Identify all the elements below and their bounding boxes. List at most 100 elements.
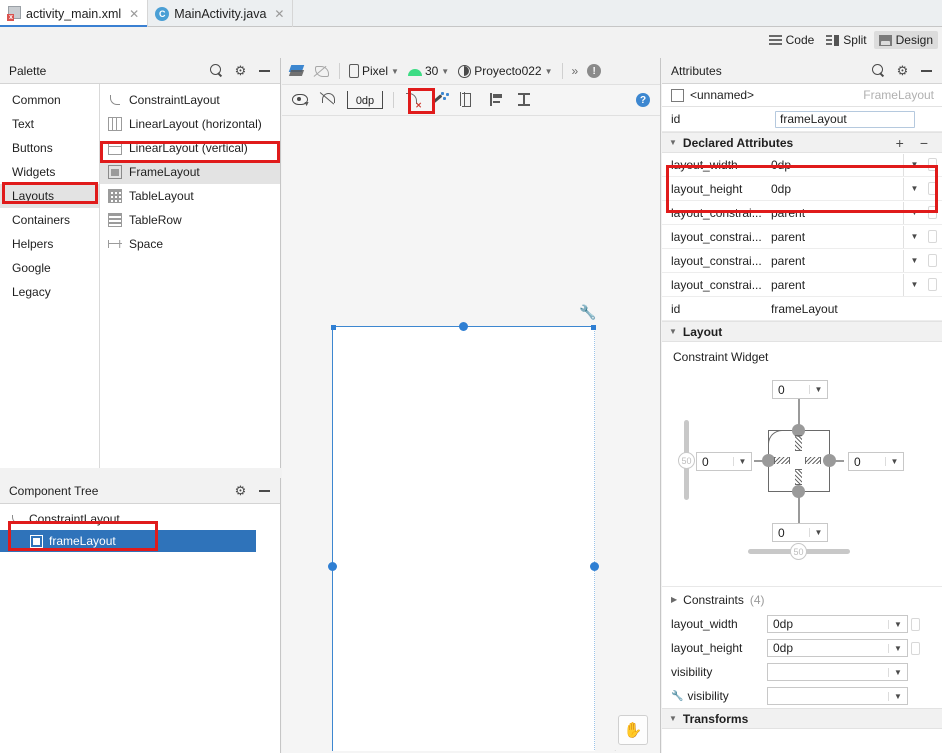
guidelines-icon[interactable]: [460, 91, 478, 109]
clear-constraints-icon[interactable]: [404, 91, 422, 110]
margin-right-field[interactable]: 0 ▼: [848, 452, 904, 471]
declared-attributes-header[interactable]: ▼ Declared Attributes + −: [662, 132, 942, 153]
constraint-handle-right[interactable]: [590, 561, 599, 571]
gear-icon[interactable]: ⚙: [234, 64, 247, 77]
constraint-handle-top[interactable]: [459, 322, 468, 331]
view-options-icon[interactable]: ▼: [291, 91, 310, 109]
minimize-icon[interactable]: [258, 64, 271, 77]
chevron-down-icon[interactable]: ▼: [885, 457, 903, 466]
add-attribute-button[interactable]: +: [896, 135, 904, 151]
minimize-icon[interactable]: [920, 64, 933, 77]
wrench-icon[interactable]: 🔧: [579, 304, 596, 321]
height-spring[interactable]: [795, 469, 802, 485]
anchor-right[interactable]: [823, 454, 836, 467]
resize-handle-top-right[interactable]: [591, 325, 596, 330]
tab-mainactivity-java[interactable]: C MainActivity.java ✕: [148, 0, 294, 27]
attribute-row-layout-width[interactable]: layout_width 0dp ▼: [662, 153, 942, 177]
palette-item-linearlayout-vertical[interactable]: LinearLayout (vertical): [100, 136, 280, 160]
theme-selector[interactable]: Proyecto022 ▼: [458, 64, 553, 78]
chevron-down-icon[interactable]: ▼: [809, 385, 827, 394]
search-icon[interactable]: [210, 64, 223, 77]
mode-design-button[interactable]: Design: [873, 31, 938, 49]
resize-handle-top-left[interactable]: [331, 325, 336, 330]
palette-category-google[interactable]: Google: [0, 256, 99, 280]
constraints-collapsible[interactable]: ▶ Constraints (4): [662, 586, 942, 612]
tree-node-constraintlayout[interactable]: ConstraintLayout: [0, 508, 280, 530]
transforms-section-header[interactable]: ▼ Transforms: [662, 708, 942, 729]
palette-item-linearlayout-horizontal[interactable]: LinearLayout (horizontal): [100, 112, 280, 136]
chevron-down-icon[interactable]: ▼: [903, 273, 925, 296]
hand-pan-icon[interactable]: ✋: [618, 715, 648, 745]
minimize-icon[interactable]: [258, 484, 271, 497]
gear-icon[interactable]: ⚙: [234, 484, 247, 497]
attribute-row-layout-height[interactable]: layout_height 0dp ▼: [662, 177, 942, 201]
close-icon[interactable]: ✕: [129, 8, 139, 20]
attribute-row-layout-constraint-3[interactable]: layout_constrai... parent ▼: [662, 249, 942, 273]
palette-category-widgets[interactable]: Widgets: [0, 160, 99, 184]
margin-top-field[interactable]: 0 ▼: [772, 380, 828, 399]
palette-item-space[interactable]: Space: [100, 232, 280, 256]
mode-split-button[interactable]: Split: [821, 31, 871, 49]
search-icon[interactable]: [872, 64, 885, 77]
close-icon[interactable]: ✕: [274, 8, 284, 20]
layout-width-combobox[interactable]: 0dp ▼: [767, 615, 908, 633]
infer-constraints-icon[interactable]: [432, 91, 450, 109]
chevron-down-icon[interactable]: ▼: [903, 201, 925, 224]
attribute-row-layout-constraint-4[interactable]: layout_constrai... parent ▼: [662, 273, 942, 297]
autoconnect-off-icon[interactable]: [319, 91, 337, 109]
layout-height-combobox[interactable]: 0dp ▼: [767, 639, 908, 657]
palette-category-helpers[interactable]: Helpers: [0, 232, 99, 256]
issues-icon[interactable]: !: [587, 64, 602, 78]
attribute-row-id[interactable]: id frameLayout: [662, 297, 942, 321]
attribute-id-input[interactable]: [775, 110, 915, 128]
palette-category-legacy[interactable]: Legacy: [0, 280, 99, 304]
align-icon[interactable]: [488, 91, 506, 109]
vertical-bias-knob[interactable]: 50: [678, 452, 695, 469]
constraint-handle-left[interactable]: [328, 561, 337, 571]
palette-item-tablelayout[interactable]: TableLayout: [100, 184, 280, 208]
palette-item-constraintlayout[interactable]: ConstraintLayout: [100, 88, 280, 112]
chevron-down-icon[interactable]: ▼: [903, 153, 925, 176]
margin-bottom-field[interactable]: 0 ▼: [772, 523, 828, 542]
gear-icon[interactable]: ⚙: [896, 64, 909, 77]
overflow-icon[interactable]: »: [572, 64, 579, 78]
chevron-down-icon[interactable]: ▼: [733, 457, 751, 466]
mode-code-button[interactable]: Code: [764, 31, 820, 49]
horizontal-bias-knob[interactable]: 50: [790, 543, 807, 560]
palette-category-layouts[interactable]: Layouts: [0, 184, 99, 208]
help-icon[interactable]: ?: [636, 93, 650, 107]
selected-widget-framelayout[interactable]: [328, 322, 599, 751]
remove-attribute-button[interactable]: −: [920, 135, 928, 151]
layers-icon[interactable]: [289, 64, 305, 79]
width-spring[interactable]: [805, 457, 821, 464]
chevron-down-icon[interactable]: ▼: [903, 177, 925, 200]
chevron-down-icon[interactable]: ▼: [809, 528, 827, 537]
palette-category-common[interactable]: Common: [0, 88, 99, 112]
palette-category-containers[interactable]: Containers: [0, 208, 99, 232]
bottom-row-layout-width[interactable]: layout_width 0dp ▼: [662, 612, 942, 636]
chevron-down-icon[interactable]: ▼: [888, 619, 907, 629]
constraint-widget[interactable]: 50 0 ▼ 0 ▼ 0 ▼ 0 ▼ 50: [662, 368, 942, 586]
anchor-bottom[interactable]: [792, 485, 805, 498]
width-spring[interactable]: [774, 457, 790, 464]
tree-node-framelayout[interactable]: frameLayout: [0, 530, 256, 552]
chevron-down-icon[interactable]: ▼: [903, 225, 925, 248]
tab-activity-main-xml[interactable]: activity_main.xml ✕: [0, 0, 149, 27]
bottom-row-layout-height[interactable]: layout_height 0dp ▼: [662, 636, 942, 660]
baseline-icon[interactable]: [516, 91, 534, 109]
margin-left-field[interactable]: 0 ▼: [696, 452, 752, 471]
bottom-row-tools-visibility[interactable]: 🔧 visibility ▼: [662, 684, 942, 708]
chevron-down-icon[interactable]: ▼: [888, 667, 907, 677]
api-selector[interactable]: 30 ▼: [407, 64, 449, 78]
blueprint-off-icon[interactable]: [314, 64, 330, 79]
attribute-row-layout-constraint-2[interactable]: layout_constrai... parent ▼: [662, 225, 942, 249]
chevron-down-icon[interactable]: ▼: [888, 643, 907, 653]
attribute-row-layout-constraint-1[interactable]: layout_constrai... parent ▼: [662, 201, 942, 225]
tools-visibility-combobox[interactable]: ▼: [767, 687, 908, 705]
default-margin-button[interactable]: 0dp: [347, 91, 383, 109]
bottom-row-visibility[interactable]: visibility ▼: [662, 660, 942, 684]
palette-category-text[interactable]: Text: [0, 112, 99, 136]
visibility-combobox[interactable]: ▼: [767, 663, 908, 681]
chevron-down-icon[interactable]: ▼: [888, 691, 907, 701]
layout-section-header[interactable]: ▼ Layout: [662, 321, 942, 342]
